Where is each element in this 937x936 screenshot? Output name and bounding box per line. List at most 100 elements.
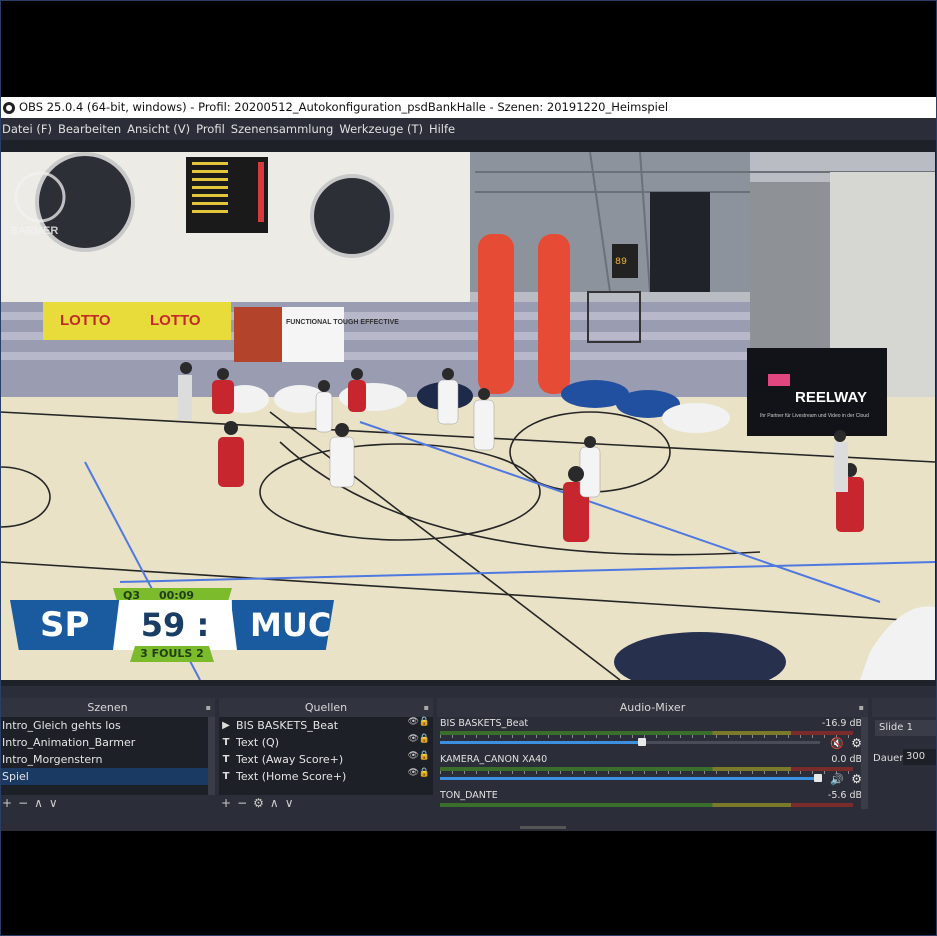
muted-speaker-icon[interactable]: 🔇 xyxy=(830,737,844,750)
scenes-list[interactable]: Intro_Gleich gehts los Intro_Animation_B… xyxy=(0,717,215,795)
meter-ticks xyxy=(440,771,853,774)
lock-icon[interactable]: 🔒 xyxy=(419,734,430,744)
sources-title-label: Quellen xyxy=(304,701,348,714)
source-item[interactable]: T Text (Q) 👁 🔒 xyxy=(219,734,433,751)
source-properties-gear-icon[interactable]: ⚙ xyxy=(253,795,264,812)
barmer-watermark: BARMER xyxy=(10,225,58,237)
channel-name: KAMERA_CANON XA40 xyxy=(440,754,548,765)
source-label: Text (Q) xyxy=(236,736,279,749)
fader-knob[interactable] xyxy=(638,738,646,746)
window-titlebar: OBS 25.0.4 (64-bit, windows) - Profil: 2… xyxy=(0,97,937,118)
scene-item[interactable]: Intro_Animation_Barmer xyxy=(0,734,215,751)
source-label: BIS BASKETS_Beat xyxy=(236,719,339,732)
channel-name: BIS BASKETS_Beat xyxy=(440,718,529,729)
scenes-title-label: Szenen xyxy=(87,701,128,714)
play-icon: ▶ xyxy=(222,720,230,731)
move-source-up-button[interactable]: ∧ xyxy=(270,795,279,812)
scenes-toolbar: + − ∧ ∨ xyxy=(0,795,215,812)
functional-banner-text: FUNCTIONAL TOUGH EFFECTIVE xyxy=(286,319,399,326)
text-icon: T xyxy=(222,737,230,748)
scorebug-fouls: 3 FOULS 2 xyxy=(130,646,214,662)
dock-grip-icon[interactable]: ▪ xyxy=(859,698,864,717)
move-scene-down-button[interactable]: ∨ xyxy=(49,795,58,812)
menu-bar: Datei (F) Bearbeiten Ansicht (V) Profil … xyxy=(0,118,937,140)
visibility-eye-icon[interactable]: 👁 xyxy=(408,751,419,761)
duration-label: Dauer xyxy=(873,753,904,764)
program-preview[interactable]: LOTTO LOTTO FUNCTIONAL TOUGH EFFECTIVE 8… xyxy=(0,152,935,680)
remove-source-button[interactable]: − xyxy=(237,795,247,812)
visibility-eye-icon[interactable]: 👁 xyxy=(408,734,419,744)
fader-knob[interactable] xyxy=(814,774,822,782)
transition-dock-title xyxy=(872,698,937,717)
transition-dock: Slide 1 Dauer 300 ms xyxy=(872,698,937,818)
add-source-button[interactable]: + xyxy=(221,795,231,812)
menu-datei[interactable]: Datei (F) xyxy=(0,122,56,136)
source-label: Text (Home Score+) xyxy=(236,770,347,783)
text-icon: T xyxy=(222,771,230,782)
channel-db: -16.9 dB xyxy=(821,718,862,729)
lock-icon[interactable]: 🔒 xyxy=(419,717,430,727)
dock-grip-icon[interactable]: ▪ xyxy=(206,698,211,717)
menu-bearbeiten[interactable]: Bearbeiten xyxy=(56,122,125,136)
dock-resize-handle[interactable] xyxy=(520,826,566,829)
lotto-banner-text-2: LOTTO xyxy=(150,312,201,329)
reelway-tagline: Ihr Partner für Livestream und Video in … xyxy=(760,413,869,419)
sources-toolbar: + − ⚙ ∧ ∨ xyxy=(219,795,433,812)
duration-input[interactable]: 300 ms xyxy=(903,749,937,765)
source-item[interactable]: T Text (Away Score+) 👁 🔒 xyxy=(219,751,433,768)
mixer-dock-title: Audio-Mixer ▪ xyxy=(437,698,868,717)
scorebug-away-team: MUC xyxy=(232,600,334,650)
menu-szenensammlung[interactable]: Szenensammlung xyxy=(229,122,338,136)
dock-grip-icon[interactable]: ▪ xyxy=(424,698,429,717)
visibility-eye-icon[interactable]: 👁 xyxy=(408,717,419,727)
source-item[interactable]: ▶ BIS BASKETS_Beat 👁 🔒 xyxy=(219,717,433,734)
menu-profil[interactable]: Profil xyxy=(194,122,229,136)
scene-item[interactable]: Intro_Morgenstern xyxy=(0,751,215,768)
scorebug-home-team: SP xyxy=(10,600,120,650)
meter-ticks xyxy=(440,735,853,738)
obs-logo-icon xyxy=(3,101,15,114)
mixer-title-label: Audio-Mixer xyxy=(619,701,686,714)
text-icon: T xyxy=(222,754,230,765)
visibility-eye-icon[interactable]: 👁 xyxy=(408,768,419,778)
volume-fader[interactable] xyxy=(440,738,820,746)
source-item[interactable]: T Text (Home Score+) 👁 🔒 xyxy=(219,768,433,785)
move-source-down-button[interactable]: ∨ xyxy=(285,795,294,812)
remove-scene-button[interactable]: − xyxy=(18,795,28,812)
scenes-scrollbar[interactable] xyxy=(208,717,215,795)
channel-db: 0.0 dB xyxy=(831,754,862,765)
sources-dock: Quellen ▪ ▶ BIS BASKETS_Beat 👁 🔒 T Text … xyxy=(219,698,433,812)
speaker-icon[interactable]: 🔊 xyxy=(830,773,844,786)
channel-name: TON_DANTE xyxy=(440,790,498,801)
audio-mixer-dock: Audio-Mixer ▪ BIS BASKETS_Beat -16.9 dB … xyxy=(437,698,868,809)
work-area: LOTTO LOTTO FUNCTIONAL TOUGH EFFECTIVE 8… xyxy=(0,140,937,686)
shot-clock: 89 xyxy=(615,257,627,268)
mixer-channel: KAMERA_CANON XA40 0.0 dB 🔊 ⚙ xyxy=(437,753,868,789)
volume-fader[interactable] xyxy=(440,774,822,782)
window-title: OBS 25.0.4 (64-bit, windows) - Profil: 2… xyxy=(19,100,669,114)
menu-werkzeuge[interactable]: Werkzeuge (T) xyxy=(337,122,427,136)
scene-item-selected[interactable]: Spiel xyxy=(0,768,215,785)
mixer-channel: TON_DANTE -5.6 dB xyxy=(437,789,868,809)
sources-list[interactable]: ▶ BIS BASKETS_Beat 👁 🔒 T Text (Q) 👁 🔒 T … xyxy=(219,717,433,795)
dock-row: Szenen ▪ Intro_Gleich gehts los Intro_An… xyxy=(0,686,937,831)
volume-meter xyxy=(440,803,853,807)
reelway-banner-text: REELWAY xyxy=(795,389,867,406)
lock-icon[interactable]: 🔒 xyxy=(419,751,430,761)
mixer-scrollbar[interactable] xyxy=(861,717,868,809)
scenes-dock: Szenen ▪ Intro_Gleich gehts los Intro_An… xyxy=(0,698,215,812)
menu-ansicht[interactable]: Ansicht (V) xyxy=(125,122,194,136)
scenes-dock-title: Szenen ▪ xyxy=(0,698,215,717)
source-label: Text (Away Score+) xyxy=(236,753,344,766)
menu-hilfe[interactable]: Hilfe xyxy=(427,122,459,136)
lotto-banner-text: LOTTO xyxy=(60,312,111,329)
mixer-channels: BIS BASKETS_Beat -16.9 dB 🔇 ⚙ KAMERA_CAN… xyxy=(437,717,868,809)
scene-item[interactable]: Intro_Gleich gehts los xyxy=(0,717,215,734)
channel-db: -5.6 dB xyxy=(827,790,862,801)
scorebug-score: 59 : 50 xyxy=(113,600,237,650)
mixer-channel: BIS BASKETS_Beat -16.9 dB 🔇 ⚙ xyxy=(437,717,868,753)
transition-select[interactable]: Slide 1 xyxy=(875,720,937,736)
move-scene-up-button[interactable]: ∧ xyxy=(34,795,43,812)
add-scene-button[interactable]: + xyxy=(2,795,12,812)
lock-icon[interactable]: 🔒 xyxy=(419,768,430,778)
